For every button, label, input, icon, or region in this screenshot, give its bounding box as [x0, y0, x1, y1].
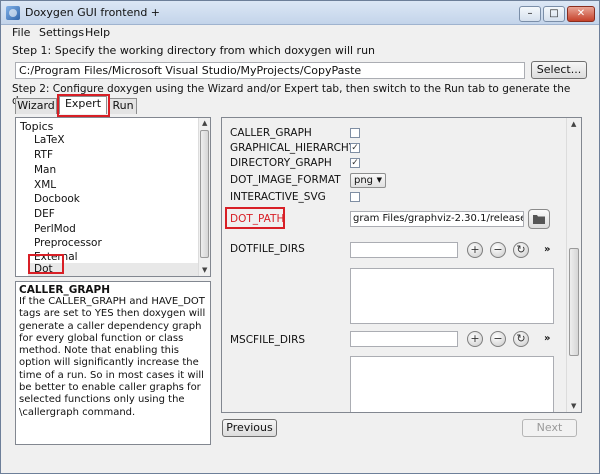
mscfile-refresh-button[interactable]: ↻ [513, 331, 529, 347]
dotfile-dirs-input[interactable] [350, 242, 458, 258]
title-bar: Doxygen GUI frontend + – □ ✕ [1, 1, 599, 25]
help-text: If the CALLER_GRAPH and HAVE_DOT tags ar… [19, 296, 206, 418]
directory-graph-checkbox[interactable]: ✓ [350, 158, 360, 168]
menu-file[interactable]: File [12, 26, 30, 39]
browse-folder-button[interactable] [528, 209, 550, 229]
refresh-icon: ↻ [516, 243, 526, 256]
topics-scroll-thumb[interactable] [200, 130, 209, 258]
menu-help[interactable]: Help [85, 26, 110, 39]
dot-image-format-value: png [354, 175, 374, 186]
settings-scrollbar[interactable]: ▲ ▼ [566, 118, 581, 412]
dot-path-input[interactable]: gram Files/graphviz-2.30.1/release/bin [350, 211, 524, 227]
dot-topic-highlight [28, 254, 64, 274]
help-panel: CALLER_GRAPH If the CALLER_GRAPH and HAV… [15, 281, 211, 445]
caller-graph-label: CALLER_GRAPH [230, 127, 312, 139]
previous-button[interactable]: Previous [222, 419, 277, 437]
close-button[interactable]: ✕ [567, 6, 595, 22]
dotfile-remove-button[interactable]: − [490, 242, 506, 258]
working-directory-input[interactable]: C:/Program Files/Microsoft Visual Studio… [15, 62, 525, 79]
step1-label: Step 1: Specify the working directory fr… [12, 44, 376, 57]
menu-bar: File Settings Help [1, 25, 599, 41]
graphical-hierarchy-checkbox[interactable]: ✓ [350, 143, 360, 153]
doxygen-app-icon [6, 6, 20, 20]
menu-settings[interactable]: Settings [39, 26, 84, 39]
plus-icon: + [470, 332, 480, 345]
mscfile-dirs-label: MSCFILE_DIRS [230, 334, 306, 346]
dotfile-dirs-list[interactable] [350, 268, 554, 324]
interactive-svg-label: INTERACTIVE_SVG [230, 191, 326, 203]
mscfile-more-icon[interactable]: » [544, 333, 550, 344]
settings-scroll-thumb[interactable] [569, 248, 579, 356]
scroll-up-icon[interactable]: ▲ [571, 120, 576, 128]
help-title: CALLER_GRAPH [19, 284, 111, 296]
scroll-up-icon[interactable]: ▲ [202, 119, 207, 127]
topics-heading: Topics [20, 120, 54, 133]
topic-man[interactable]: Man [34, 164, 56, 176]
scroll-down-icon[interactable]: ▼ [571, 402, 576, 410]
mscfile-add-button[interactable]: + [467, 331, 483, 347]
select-directory-button[interactable]: Select... [531, 61, 587, 79]
window-title: Doxygen GUI frontend + [25, 6, 161, 19]
mscfile-dirs-input[interactable] [350, 331, 458, 347]
caller-graph-checkbox[interactable] [350, 128, 360, 138]
scroll-down-icon[interactable]: ▼ [202, 266, 207, 274]
topic-preprocessor[interactable]: Preprocessor [34, 237, 102, 249]
main-window: Doxygen GUI frontend + – □ ✕ File Settin… [0, 0, 600, 474]
expert-tab-highlight [57, 94, 110, 117]
dotfile-refresh-button[interactable]: ↻ [513, 242, 529, 258]
maximize-button[interactable]: □ [543, 6, 565, 22]
topic-def[interactable]: DEF [34, 208, 55, 220]
minimize-button[interactable]: – [519, 6, 541, 22]
plus-icon: + [470, 243, 480, 256]
chevron-down-icon: ▼ [376, 176, 382, 184]
interactive-svg-checkbox[interactable] [350, 192, 360, 202]
settings-pane: CALLER_GRAPH GRAPHICAL_HIERARCHY ✓ DIREC… [221, 117, 582, 413]
tab-wizard[interactable]: Wizard [15, 98, 57, 114]
folder-icon [533, 215, 545, 224]
dot-image-format-select[interactable]: png ▼ [350, 173, 386, 188]
minus-icon: − [493, 243, 503, 256]
next-button[interactable]: Next [522, 419, 577, 437]
dotfile-dirs-label: DOTFILE_DIRS [230, 243, 305, 255]
topics-scrollbar[interactable]: ▲ ▼ [198, 118, 210, 276]
refresh-icon: ↻ [516, 332, 526, 345]
dot-path-highlight [225, 207, 285, 229]
topics-panel: Topics LaTeX RTF Man XML Docbook DEF Per… [15, 117, 211, 277]
graphical-hierarchy-label: GRAPHICAL_HIERARCHY [230, 142, 356, 154]
topic-latex[interactable]: LaTeX [34, 134, 65, 146]
topic-xml[interactable]: XML [34, 179, 56, 191]
topic-perlmod[interactable]: PerlMod [34, 223, 76, 235]
minus-icon: − [493, 332, 503, 345]
dotfile-add-button[interactable]: + [467, 242, 483, 258]
mscfile-dirs-list[interactable] [350, 356, 554, 412]
dotfile-more-icon[interactable]: » [544, 244, 550, 255]
topic-rtf[interactable]: RTF [34, 149, 53, 161]
directory-graph-label: DIRECTORY_GRAPH [230, 157, 332, 169]
tab-run[interactable]: Run [109, 98, 137, 114]
topic-docbook[interactable]: Docbook [34, 193, 80, 205]
mscfile-remove-button[interactable]: − [490, 331, 506, 347]
dot-image-format-label: DOT_IMAGE_FORMAT [230, 174, 341, 186]
